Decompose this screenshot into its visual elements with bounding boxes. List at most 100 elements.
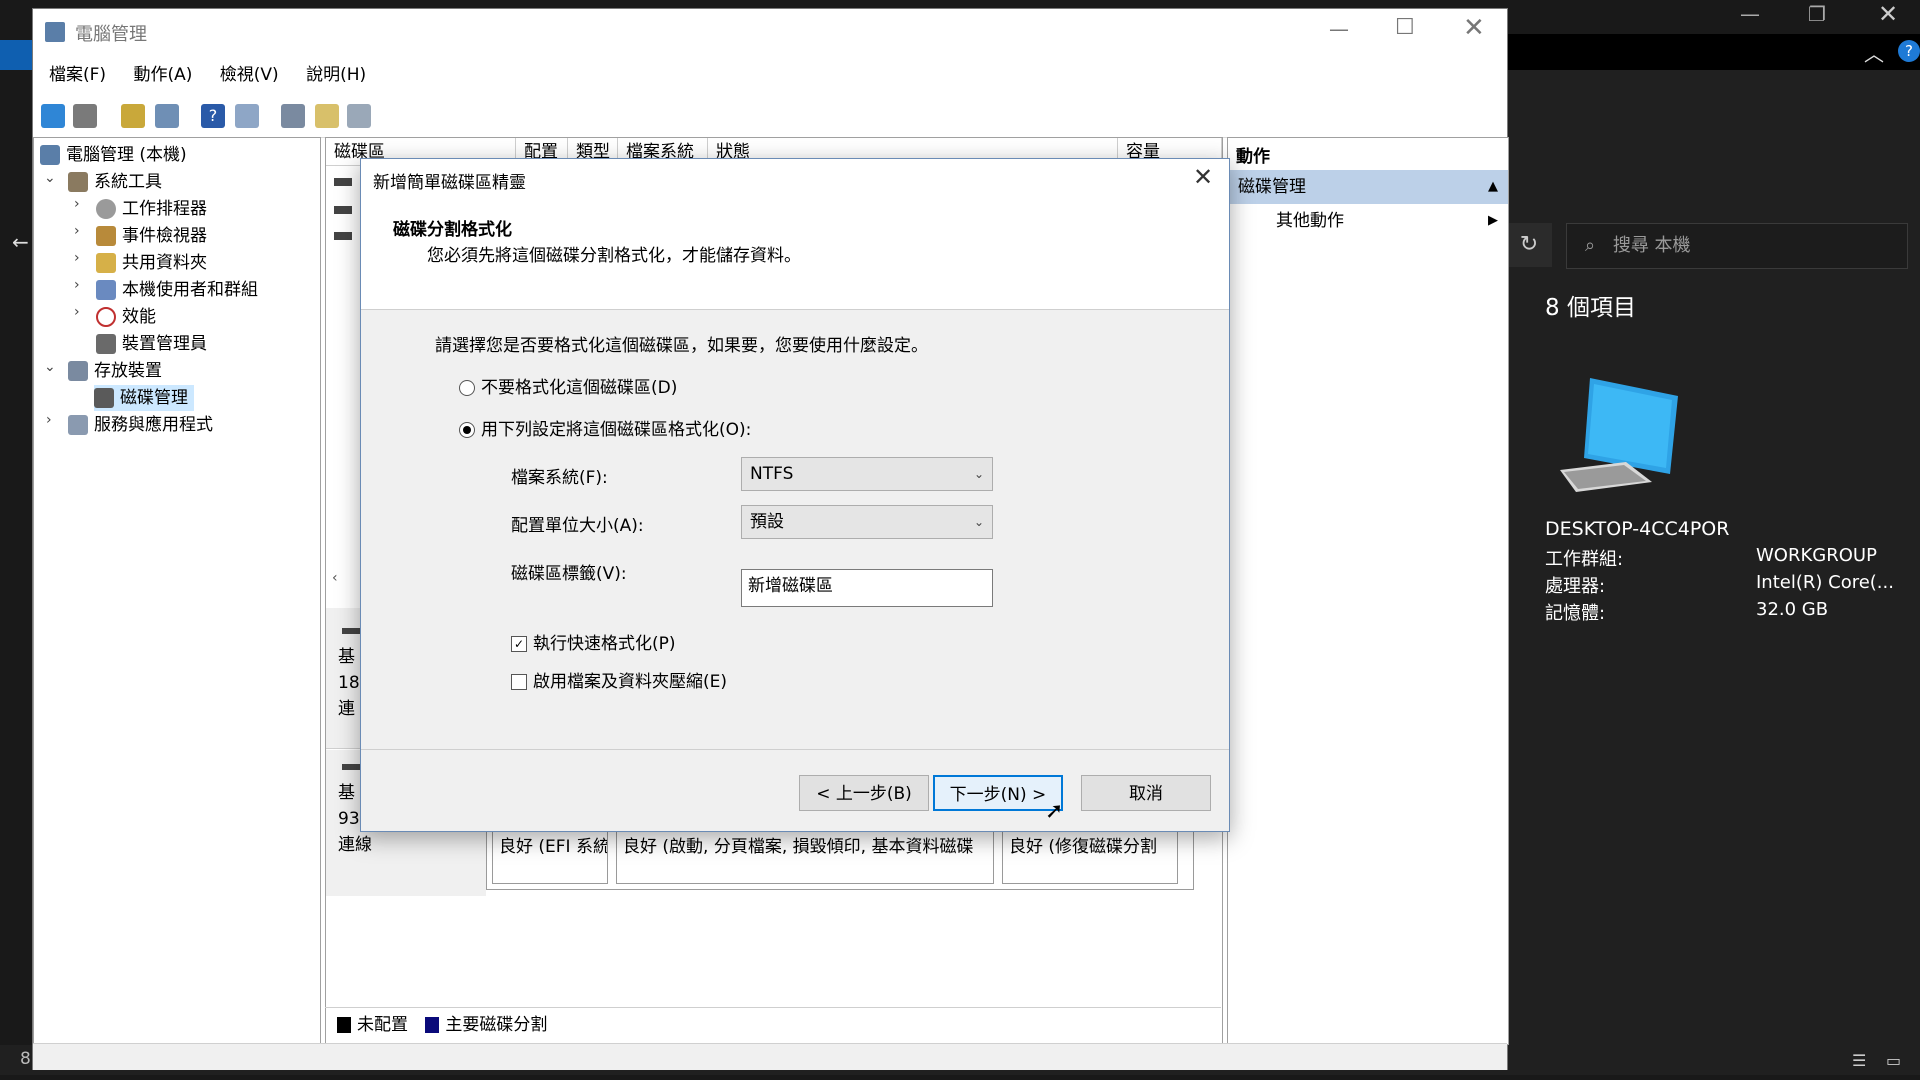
volume-label-input[interactable]: 新增磁碟區 xyxy=(741,569,993,607)
back-icon[interactable] xyxy=(41,104,65,128)
dialog-close-button[interactable]: ✕ xyxy=(1193,163,1213,191)
dialog-title: 新增簡單磁碟區精靈 xyxy=(373,173,526,193)
ram-value: 32.0 GB xyxy=(1756,599,1829,620)
tree-services[interactable]: 服務與應用程式 xyxy=(68,412,213,438)
radio-no-format[interactable]: 不要格式化這個磁碟區(D) xyxy=(459,373,677,398)
action-pane-icon[interactable] xyxy=(235,104,259,128)
connect-icon[interactable] xyxy=(281,104,305,128)
tree-task-scheduler[interactable]: 工作排程器 xyxy=(96,196,207,222)
performance-icon xyxy=(96,307,116,327)
quick-format-checkbox[interactable]: ✓ 執行快速格式化(P) xyxy=(511,629,676,654)
device-manager-icon xyxy=(96,334,116,354)
radio-button[interactable] xyxy=(459,422,475,438)
search-input[interactable]: ⌕ 搜尋 本機 xyxy=(1566,223,1908,269)
forward-icon[interactable] xyxy=(73,104,97,128)
submenu-arrow-icon: ▶ xyxy=(1488,213,1498,228)
allocation-select[interactable]: 預設 ⌄ xyxy=(741,505,993,539)
legend: 未配置 主要磁碟分割 xyxy=(325,1007,1221,1042)
minimize-button[interactable]: — xyxy=(1329,17,1349,41)
menubar: 檔案(F) 動作(A) 檢視(V) 說明(H) xyxy=(33,55,1507,95)
dialog-heading: 磁碟分割格式化 xyxy=(393,220,512,240)
actions-pane: 動作 磁碟管理 ▲ 其他動作 ▶ xyxy=(1227,137,1509,1045)
expand-arrow-icon[interactable]: ⌄ xyxy=(44,170,56,186)
collapse-arrow-icon[interactable]: › xyxy=(74,250,80,266)
tools-icon xyxy=(68,172,88,192)
disk-icon xyxy=(94,388,114,408)
users-icon xyxy=(96,280,116,300)
more-actions[interactable]: 其他動作 ▶ xyxy=(1228,204,1508,238)
back-button[interactable]: < 上一步(B) xyxy=(799,775,929,811)
partition-recovery[interactable]: 良好 (修復磁碟分割 xyxy=(1002,828,1178,884)
up-folder-icon[interactable] xyxy=(121,104,145,128)
tree-performance-label: 效能 xyxy=(122,307,156,327)
disk-icon xyxy=(342,628,360,634)
unallocated-swatch xyxy=(337,1017,351,1033)
checklist-icon[interactable] xyxy=(315,104,339,128)
compression-checkbox[interactable]: 啟用檔案及資料夾壓縮(E) xyxy=(511,667,727,692)
console-tree-icon[interactable] xyxy=(155,104,179,128)
filesystem-value: NTFS xyxy=(750,464,794,484)
menu-help[interactable]: 說明(H) xyxy=(306,55,366,95)
properties-icon[interactable] xyxy=(347,104,371,128)
help-icon[interactable]: ? xyxy=(201,104,225,128)
toolbar: ? xyxy=(33,95,1507,138)
minimize-icon[interactable]: — xyxy=(1740,2,1760,26)
disk0-line: 基 xyxy=(338,647,355,667)
collapse-arrow-icon[interactable]: › xyxy=(46,412,52,428)
tree-system-tools[interactable]: 系統工具 xyxy=(68,169,162,195)
collapse-up-icon[interactable]: ▲ xyxy=(1488,170,1498,204)
workgroup-value: WORKGROUP xyxy=(1756,545,1877,566)
back-arrow-icon[interactable]: ← xyxy=(12,230,29,254)
expand-arrow-icon[interactable]: ⌄ xyxy=(44,359,56,375)
tree-shared-folders[interactable]: 共用資料夾 xyxy=(96,250,207,276)
tree-storage[interactable]: 存放裝置 xyxy=(68,358,162,384)
restore-icon[interactable]: ❐ xyxy=(1808,2,1826,26)
cancel-button[interactable]: 取消 xyxy=(1081,775,1211,811)
tree-device-manager[interactable]: 裝置管理員 xyxy=(96,331,207,357)
actions-header: 動作 xyxy=(1236,147,1270,167)
chevron-up-icon[interactable]: ︿ xyxy=(1864,38,1884,67)
close-icon[interactable]: ✕ xyxy=(1878,0,1898,28)
collapse-arrow-icon[interactable]: › xyxy=(74,196,80,212)
window-statusbar xyxy=(33,1043,1507,1070)
partition-efi[interactable]: 良好 (EFI 系統 xyxy=(492,828,608,884)
close-button[interactable]: ✕ xyxy=(1463,13,1485,43)
tree-system-tools-label: 系統工具 xyxy=(94,172,162,192)
actions-section[interactable]: 磁碟管理 ▲ xyxy=(1228,170,1508,204)
collapse-arrow-icon[interactable]: › xyxy=(74,304,80,320)
allocation-label: 配置單位大小(A): xyxy=(511,516,644,536)
tree-local-users-label: 本機使用者和群組 xyxy=(122,280,258,300)
tree-root-label: 電腦管理 (本機) xyxy=(66,145,187,165)
partition-primary[interactable]: 良好 (啟動, 分頁檔案, 損毀傾印, 基本資料磁碟 xyxy=(616,828,994,884)
next-button[interactable]: 下一步(N) > xyxy=(933,775,1063,811)
collapse-arrow-icon[interactable]: › xyxy=(74,223,80,239)
scroll-left-icon[interactable]: ‹ xyxy=(332,570,338,586)
menu-action[interactable]: 動作(A) xyxy=(133,55,192,95)
radio-format[interactable]: 用下列設定將這個磁碟區格式化(O): xyxy=(459,415,751,440)
menu-file[interactable]: 檔案(F) xyxy=(49,55,106,95)
filesystem-label: 檔案系統(F): xyxy=(511,468,608,488)
filesystem-select[interactable]: NTFS ⌄ xyxy=(741,457,993,491)
checkbox-checked[interactable]: ✓ xyxy=(511,636,527,652)
tree-local-users[interactable]: 本機使用者和群組 xyxy=(96,277,258,303)
tree-event-viewer[interactable]: 事件檢視器 xyxy=(96,223,207,249)
tree-disk-management[interactable]: 磁碟管理 xyxy=(94,385,194,411)
legend-primary: 主要磁碟分割 xyxy=(445,1015,548,1035)
details-view-icon[interactable]: ☰ xyxy=(1852,1051,1866,1070)
menu-view[interactable]: 檢視(V) xyxy=(220,55,279,95)
computer-icon[interactable] xyxy=(1556,378,1680,496)
tree-task-scheduler-label: 工作排程器 xyxy=(122,199,207,219)
volume-label-label: 磁碟區標籤(V): xyxy=(511,564,627,584)
tree-storage-label: 存放裝置 xyxy=(94,361,162,381)
volume-icon xyxy=(334,178,352,186)
collapse-arrow-icon[interactable]: › xyxy=(74,277,80,293)
radio-button[interactable] xyxy=(459,380,475,396)
tree-performance[interactable]: 效能 xyxy=(96,304,156,330)
large-icons-view-icon[interactable]: ▭ xyxy=(1886,1051,1901,1070)
tree-root[interactable]: 電腦管理 (本機) xyxy=(40,142,187,168)
help-icon[interactable]: ? xyxy=(1898,40,1920,62)
side-tab xyxy=(0,40,32,70)
checkbox[interactable] xyxy=(511,674,527,690)
maximize-button[interactable]: ☐ xyxy=(1395,15,1415,40)
refresh-icon[interactable]: ↻ xyxy=(1506,223,1552,267)
